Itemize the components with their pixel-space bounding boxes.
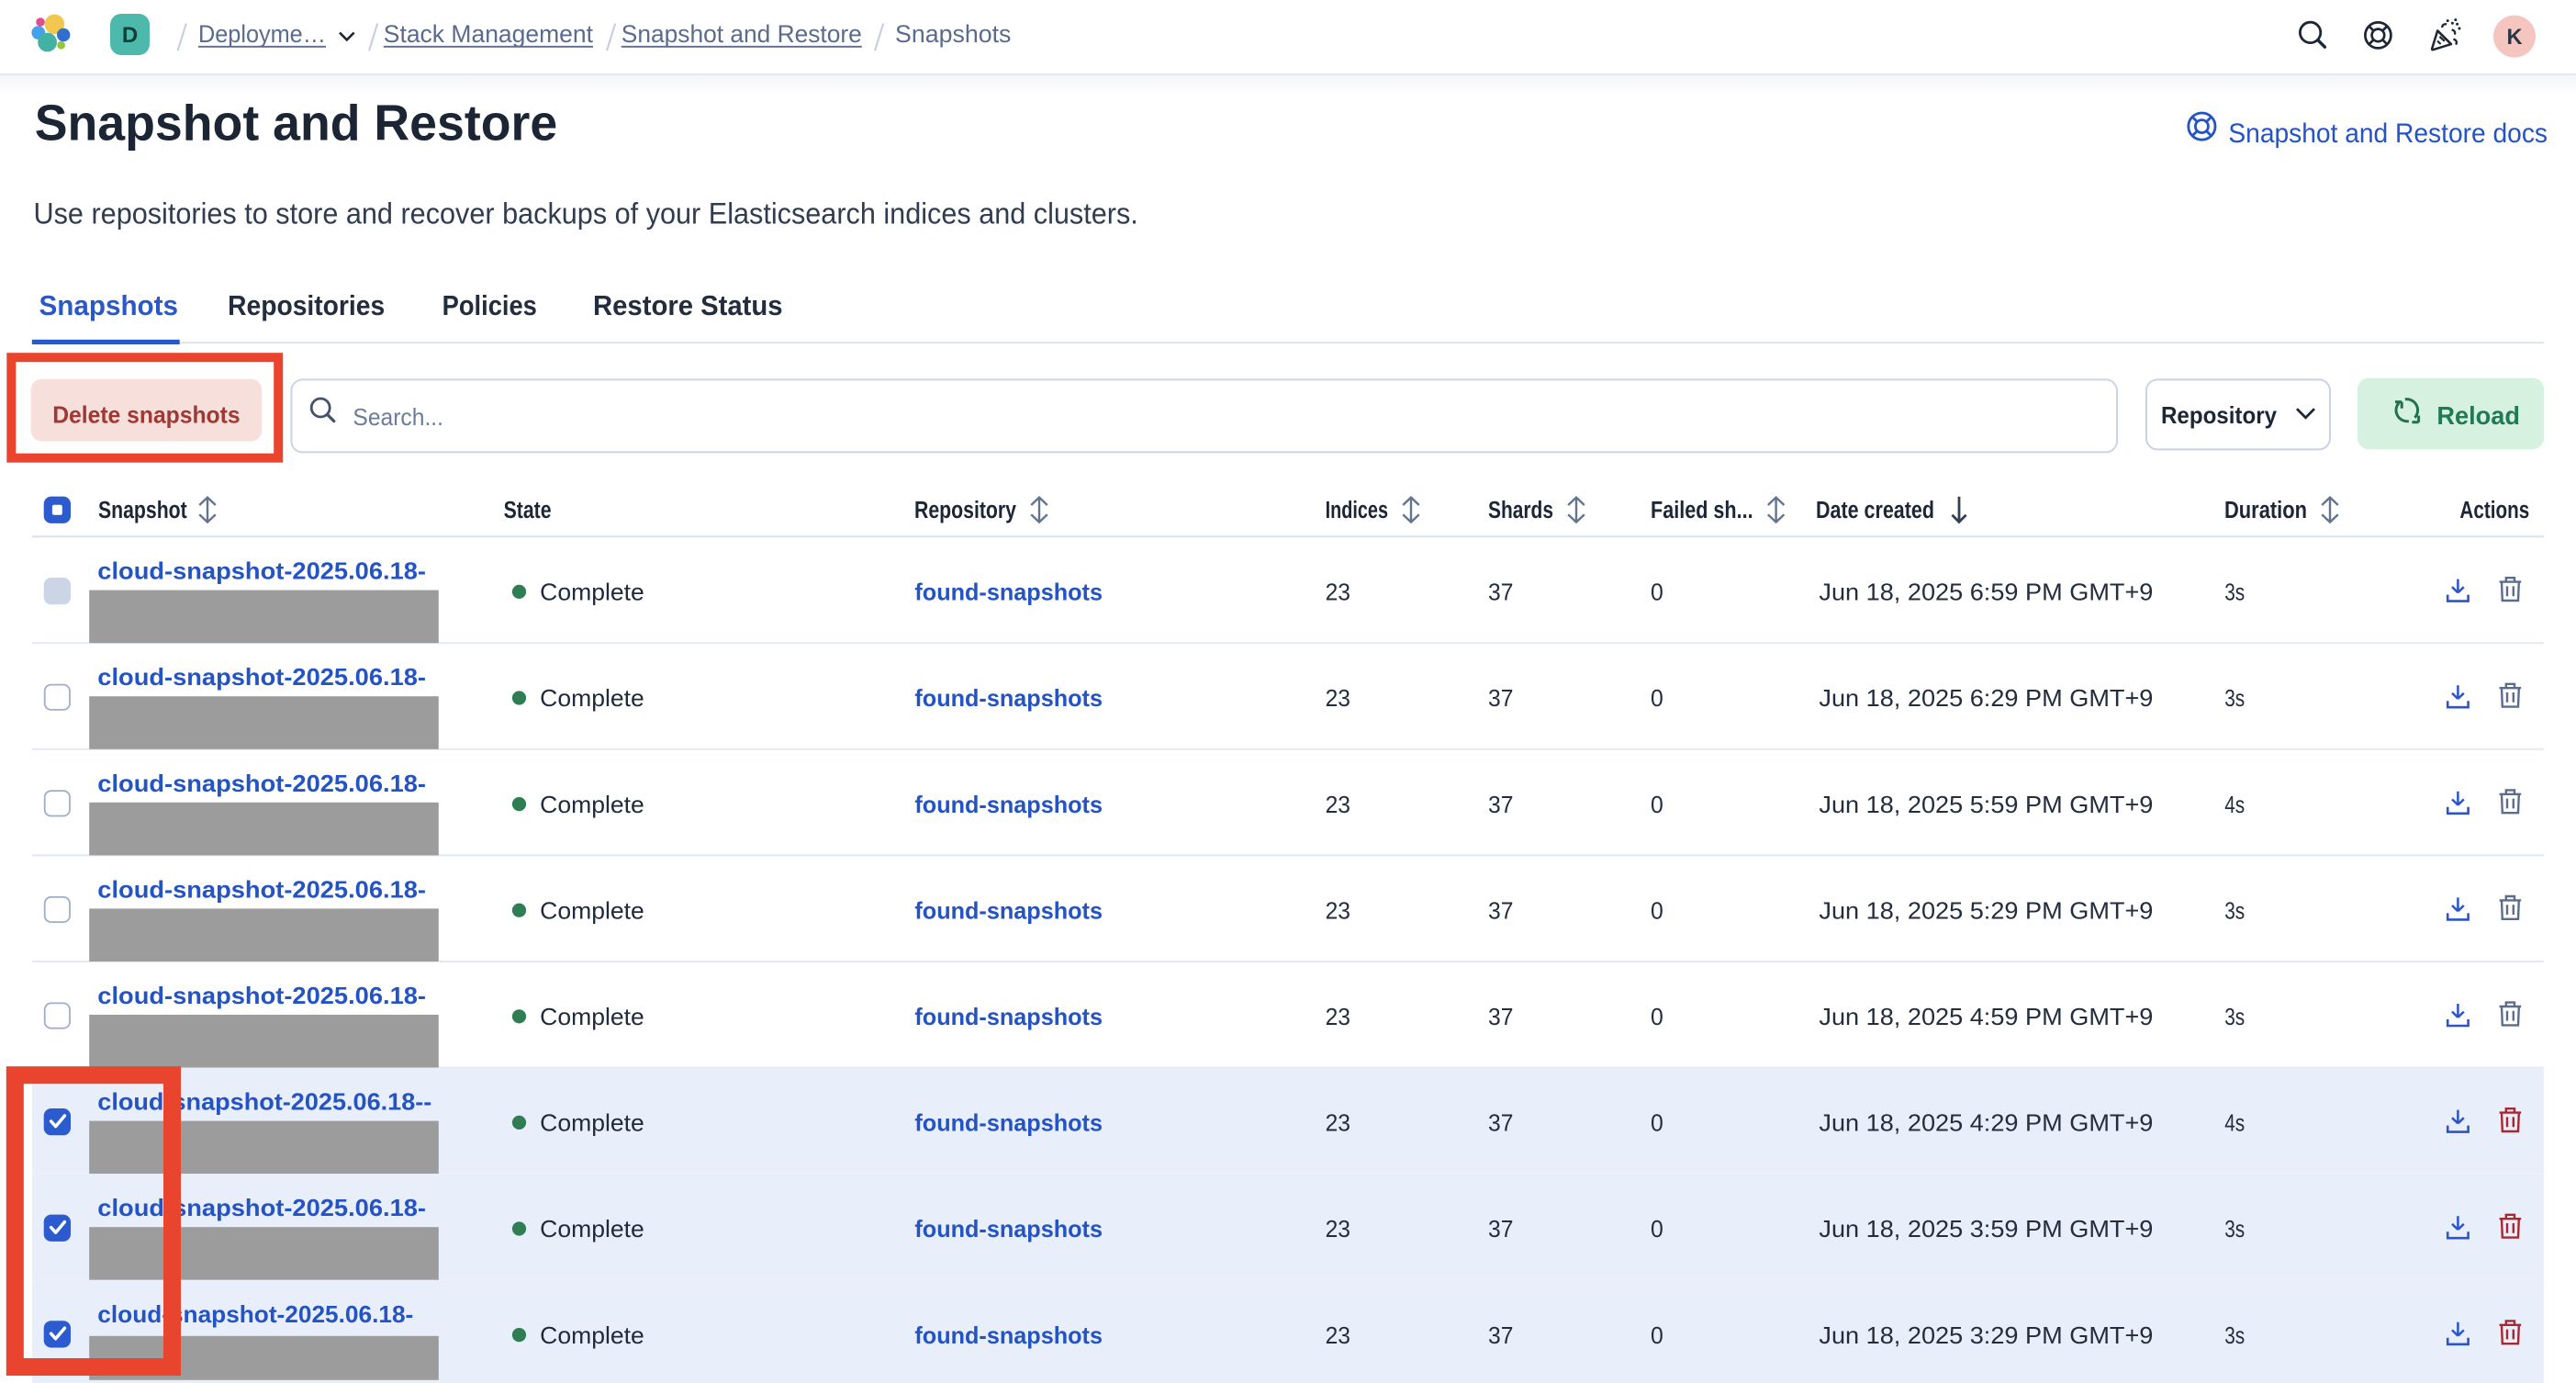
svg-text:Complete: Complete — [540, 1215, 644, 1242]
svg-text:3s: 3s — [2224, 1215, 2245, 1242]
svg-text:23: 23 — [1326, 791, 1350, 818]
svg-text:State: State — [504, 498, 552, 523]
svg-text:Snapshot and Restore docs: Snapshot and Restore docs — [2228, 118, 2548, 149]
svg-text:Snapshot and Restore: Snapshot and Restore — [622, 20, 862, 48]
svg-text:3s: 3s — [2224, 896, 2245, 924]
svg-text:cloud-snapshot-2025.06.18-: cloud-snapshot-2025.06.18- — [97, 875, 426, 903]
svg-text:0: 0 — [1651, 684, 1663, 712]
svg-text:cloud-snapshot-2025.06.18--: cloud-snapshot-2025.06.18-- — [97, 1088, 431, 1116]
svg-text:found-snapshots: found-snapshots — [914, 896, 1103, 924]
svg-text:0: 0 — [1651, 1109, 1663, 1137]
svg-text:cloud-snapshot-2025.06.18-: cloud-snapshot-2025.06.18- — [97, 663, 426, 691]
svg-text:Delete snapshots: Delete snapshots — [52, 401, 240, 429]
svg-text:K: K — [2506, 26, 2522, 50]
svg-text:4s: 4s — [2224, 1109, 2245, 1137]
svg-text:Complete: Complete — [540, 1321, 644, 1349]
svg-text:Jun 18, 2025 5:29 PM GMT+9: Jun 18, 2025 5:29 PM GMT+9 — [1819, 896, 2153, 924]
svg-text:cloud-snapshot-2025.06.18-: cloud-snapshot-2025.06.18- — [97, 982, 426, 1009]
svg-text:Jun 18, 2025 5:59 PM GMT+9: Jun 18, 2025 5:59 PM GMT+9 — [1819, 791, 2153, 818]
svg-text:0: 0 — [1651, 1215, 1663, 1242]
svg-text:cloud-snapshot-2025.06.18-: cloud-snapshot-2025.06.18- — [97, 557, 426, 585]
svg-text:Snapshot and Restore: Snapshot and Restore — [35, 95, 558, 152]
svg-text:found-snapshots: found-snapshots — [914, 1109, 1103, 1137]
svg-text:Duration: Duration — [2224, 498, 2307, 523]
svg-text:cloud-snapshot-2025.06.18-: cloud-snapshot-2025.06.18- — [97, 1194, 426, 1221]
svg-text:37: 37 — [1488, 1215, 1513, 1242]
svg-text:37: 37 — [1488, 1109, 1513, 1137]
svg-text:37: 37 — [1488, 791, 1513, 818]
svg-text:Failed sh...: Failed sh... — [1651, 498, 1753, 523]
svg-text:Repositories: Repositories — [228, 289, 385, 321]
svg-text:Actions: Actions — [2459, 498, 2529, 523]
svg-text:Snapshots: Snapshots — [39, 289, 179, 321]
svg-text:Policies: Policies — [442, 289, 537, 321]
svg-text:Stack Management: Stack Management — [384, 20, 594, 48]
svg-text:Jun 18, 2025 3:29 PM GMT+9: Jun 18, 2025 3:29 PM GMT+9 — [1819, 1321, 2153, 1349]
svg-text:D: D — [122, 23, 138, 48]
svg-text:Reload: Reload — [2436, 401, 2520, 430]
svg-text:4s: 4s — [2224, 791, 2245, 818]
svg-text:23: 23 — [1326, 579, 1350, 606]
svg-text:found-snapshots: found-snapshots — [914, 791, 1103, 818]
svg-text:23: 23 — [1326, 896, 1350, 924]
svg-text:found-snapshots: found-snapshots — [914, 1003, 1103, 1030]
svg-text:cloud-snapshot-2025.06.18-: cloud-snapshot-2025.06.18- — [97, 1300, 413, 1328]
svg-text:3s: 3s — [2224, 684, 2245, 712]
svg-text:Indices: Indices — [1326, 498, 1388, 523]
svg-text:Complete: Complete — [540, 684, 644, 712]
svg-text:0: 0 — [1651, 791, 1663, 818]
svg-text:Jun 18, 2025 6:59 PM GMT+9: Jun 18, 2025 6:59 PM GMT+9 — [1819, 579, 2153, 606]
svg-text:23: 23 — [1326, 1109, 1350, 1137]
svg-text:Jun 18, 2025 3:59 PM GMT+9: Jun 18, 2025 3:59 PM GMT+9 — [1819, 1215, 2153, 1242]
svg-text:Repository: Repository — [2161, 401, 2277, 429]
svg-text:found-snapshots: found-snapshots — [914, 1215, 1103, 1242]
svg-text:3s: 3s — [2224, 1003, 2245, 1030]
svg-text:found-snapshots: found-snapshots — [914, 1321, 1103, 1349]
svg-text:3s: 3s — [2224, 1321, 2245, 1349]
svg-text:Complete: Complete — [540, 896, 644, 924]
svg-text:Snapshot: Snapshot — [98, 498, 187, 523]
svg-text:37: 37 — [1488, 579, 1513, 606]
svg-text:0: 0 — [1651, 579, 1663, 606]
svg-text:Snapshots: Snapshots — [895, 20, 1011, 48]
svg-text:found-snapshots: found-snapshots — [914, 684, 1103, 712]
svg-text:23: 23 — [1326, 1003, 1350, 1030]
svg-text:Search...: Search... — [353, 403, 443, 431]
svg-text:37: 37 — [1488, 896, 1513, 924]
svg-text:Complete: Complete — [540, 1003, 644, 1030]
svg-text:Jun 18, 2025 4:59 PM GMT+9: Jun 18, 2025 4:59 PM GMT+9 — [1819, 1003, 2153, 1030]
svg-text:37: 37 — [1488, 684, 1513, 712]
svg-text:37: 37 — [1488, 1003, 1513, 1030]
svg-text:found-snapshots: found-snapshots — [914, 579, 1103, 606]
svg-text:0: 0 — [1651, 896, 1663, 924]
svg-text:Date created: Date created — [1816, 498, 1934, 523]
svg-text:Deployme…: Deployme… — [198, 20, 326, 48]
svg-text:Complete: Complete — [540, 791, 644, 818]
svg-text:3s: 3s — [2224, 579, 2245, 606]
svg-text:23: 23 — [1326, 1215, 1350, 1242]
svg-text:0: 0 — [1651, 1321, 1663, 1349]
svg-text:0: 0 — [1651, 1003, 1663, 1030]
svg-text:Repository: Repository — [914, 498, 1017, 523]
svg-text:Shards: Shards — [1488, 498, 1553, 523]
svg-text:Complete: Complete — [540, 579, 644, 606]
svg-text:Complete: Complete — [540, 1109, 644, 1137]
svg-text:37: 37 — [1488, 1321, 1513, 1349]
svg-text:cloud-snapshot-2025.06.18-: cloud-snapshot-2025.06.18- — [97, 770, 426, 797]
svg-text:23: 23 — [1326, 684, 1350, 712]
svg-text:Jun 18, 2025 6:29 PM GMT+9: Jun 18, 2025 6:29 PM GMT+9 — [1819, 684, 2153, 712]
svg-text:Use repositories to store and: Use repositories to store and recover ba… — [34, 197, 1138, 230]
svg-text:Jun 18, 2025 4:29 PM GMT+9: Jun 18, 2025 4:29 PM GMT+9 — [1819, 1109, 2153, 1137]
svg-text:23: 23 — [1326, 1321, 1350, 1349]
svg-text:Restore Status: Restore Status — [593, 289, 783, 321]
